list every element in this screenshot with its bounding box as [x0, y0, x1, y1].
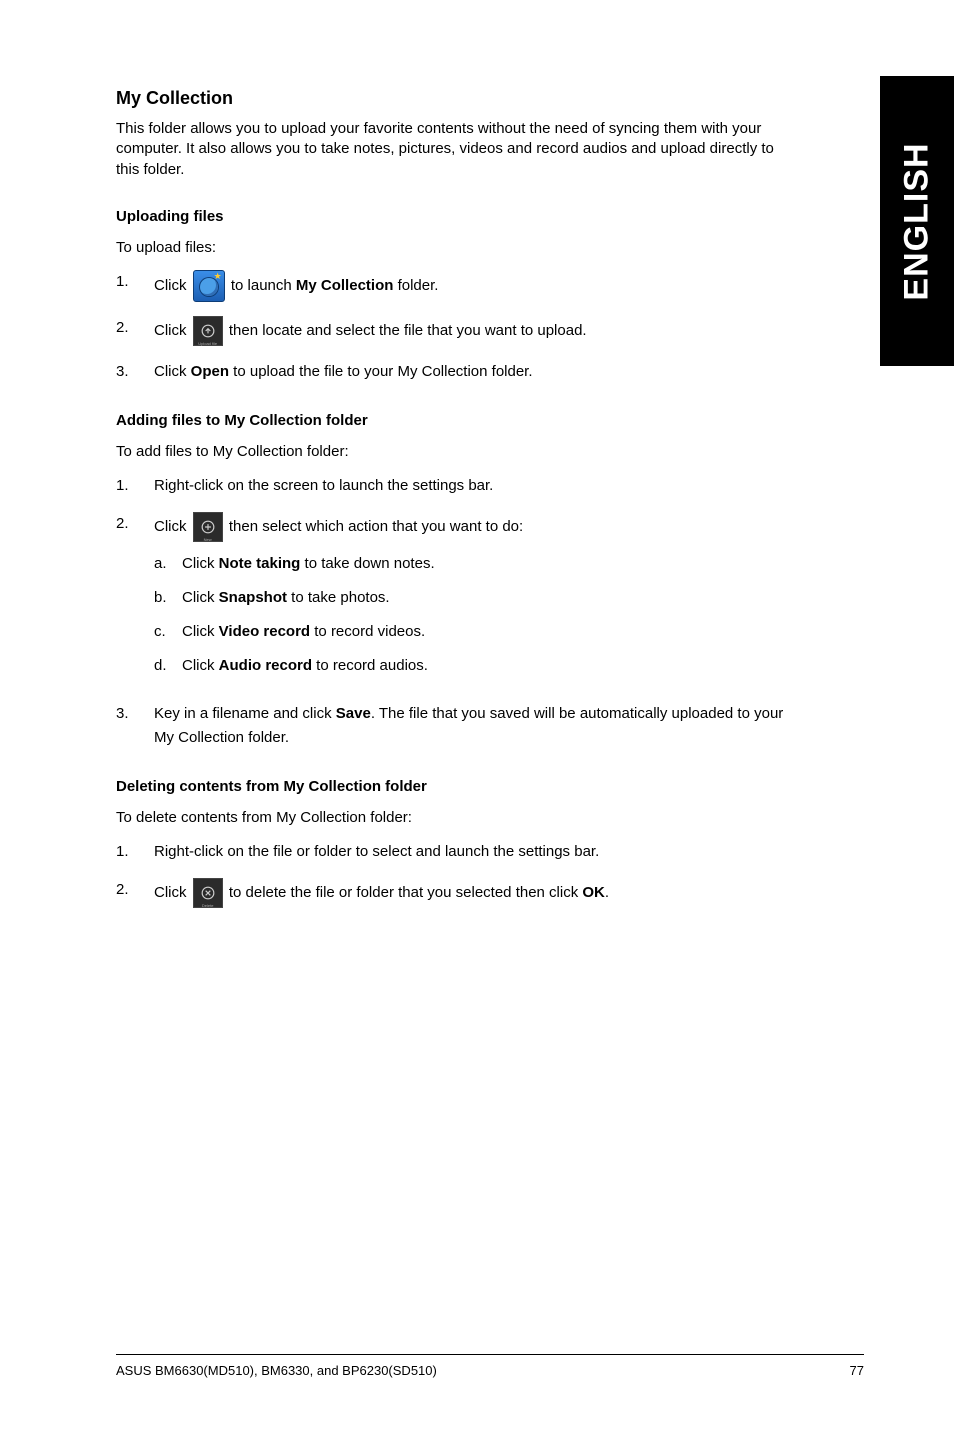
- bold-text: Open: [191, 363, 229, 380]
- step-body: Click Open to upload the file to your My…: [154, 360, 796, 384]
- sub-step: c.Click Video record to record videos.: [154, 620, 796, 644]
- page-content: My Collection This folder allows you to …: [116, 88, 796, 936]
- step-number: 3.: [116, 702, 154, 726]
- bold-text: Audio record: [219, 657, 312, 674]
- adding-lead: To add files to My Collection folder:: [116, 443, 796, 460]
- step: 3. Key in a filename and click Save. The…: [116, 702, 796, 750]
- adding-steps: 1. Right-click on the screen to launch t…: [116, 474, 796, 750]
- text: Click: [154, 277, 191, 294]
- icon-label: Delete: [194, 904, 222, 908]
- icon-label: Upload file: [194, 342, 222, 346]
- page-footer: ASUS BM6630(MD510), BM6330, and BP6230(S…: [116, 1354, 864, 1378]
- text: to upload the file to your My Collection…: [229, 363, 533, 380]
- text: folder.: [393, 277, 438, 294]
- text: to take down notes.: [300, 555, 434, 572]
- step: 1. Right-click on the screen to launch t…: [116, 474, 796, 498]
- step-body: Click Delete to delete the file or folde…: [154, 878, 796, 908]
- text: Click: [154, 322, 191, 339]
- bold-text: OK: [582, 884, 605, 901]
- step-body: Click to launch My Collection folder.: [154, 270, 796, 302]
- sub-body: Click Note taking to take down notes.: [182, 552, 435, 576]
- text: to delete the file or folder that you se…: [229, 884, 583, 901]
- text: to take photos.: [287, 589, 390, 606]
- text: to record videos.: [310, 623, 425, 640]
- step: 2. Click Delete to delete the file or fo…: [116, 878, 796, 908]
- uploading-heading: Uploading files: [116, 208, 796, 225]
- step-number: 3.: [116, 360, 154, 384]
- sub-letter: c.: [154, 620, 182, 644]
- step-number: 2.: [116, 878, 154, 902]
- deleting-lead: To delete contents from My Collection fo…: [116, 809, 796, 826]
- step-body: Right-click on the screen to launch the …: [154, 474, 796, 498]
- step-body: Click New then select which action that …: [154, 512, 796, 688]
- text: Click: [154, 363, 191, 380]
- text: Click: [182, 555, 219, 572]
- step-number: 2.: [116, 316, 154, 340]
- intro-paragraph: This folder allows you to upload your fa…: [116, 119, 796, 180]
- page-number: 77: [850, 1363, 864, 1378]
- text: Click: [182, 657, 219, 674]
- step-number: 2.: [116, 512, 154, 536]
- sub-body: Click Audio record to record audios.: [182, 654, 428, 678]
- step-number: 1.: [116, 474, 154, 498]
- section-title: My Collection: [116, 88, 796, 109]
- step-body: Right-click on the file or folder to sel…: [154, 840, 796, 864]
- text: Click: [154, 884, 191, 901]
- bold-text: My Collection: [296, 277, 394, 294]
- text: to launch: [231, 277, 296, 294]
- text: then locate and select the file that you…: [229, 322, 587, 339]
- sub-body: Click Snapshot to take photos.: [182, 586, 390, 610]
- bold-text: Note taking: [219, 555, 301, 572]
- step: 1. Click to launch My Collection folder.: [116, 270, 796, 302]
- bold-text: Save: [336, 705, 371, 722]
- step: 2. Click Upload file then locate and sel…: [116, 316, 796, 346]
- text: .: [605, 884, 609, 901]
- sub-step: d.Click Audio record to record audios.: [154, 654, 796, 678]
- language-tab-text: ENGLISH: [898, 142, 937, 300]
- sub-letter: b.: [154, 586, 182, 610]
- sub-step: b.Click Snapshot to take photos.: [154, 586, 796, 610]
- sub-step: a.Click Note taking to take down notes.: [154, 552, 796, 576]
- step-body: Click Upload file then locate and select…: [154, 316, 796, 346]
- adding-heading: Adding files to My Collection folder: [116, 412, 796, 429]
- text: Click: [154, 518, 191, 535]
- text: Click: [182, 623, 219, 640]
- uploading-steps: 1. Click to launch My Collection folder.…: [116, 270, 796, 384]
- bold-text: Snapshot: [219, 589, 287, 606]
- deleting-steps: 1. Right-click on the file or folder to …: [116, 840, 796, 908]
- step-number: 1.: [116, 270, 154, 294]
- step-body: Key in a filename and click Save. The fi…: [154, 702, 796, 750]
- sub-letter: d.: [154, 654, 182, 678]
- upload-file-icon: Upload file: [193, 316, 223, 346]
- language-tab: ENGLISH: [880, 76, 954, 366]
- step: 1. Right-click on the file or folder to …: [116, 840, 796, 864]
- text: Key in a filename and click: [154, 705, 336, 722]
- new-icon: New: [193, 512, 223, 542]
- deleting-heading: Deleting contents from My Collection fol…: [116, 778, 796, 795]
- step: 2. Click New then select which action th…: [116, 512, 796, 688]
- icon-label: New: [194, 538, 222, 542]
- bold-text: Video record: [219, 623, 310, 640]
- my-collection-icon: [193, 270, 225, 302]
- text: Click: [182, 589, 219, 606]
- delete-icon: Delete: [193, 878, 223, 908]
- footer-left: ASUS BM6630(MD510), BM6330, and BP6230(S…: [116, 1363, 437, 1378]
- uploading-lead: To upload files:: [116, 239, 796, 256]
- sub-body: Click Video record to record videos.: [182, 620, 425, 644]
- step: 3. Click Open to upload the file to your…: [116, 360, 796, 384]
- sub-steps: a.Click Note taking to take down notes. …: [154, 552, 796, 678]
- text: then select which action that you want t…: [229, 518, 523, 535]
- sub-letter: a.: [154, 552, 182, 576]
- text: to record audios.: [312, 657, 428, 674]
- step-number: 1.: [116, 840, 154, 864]
